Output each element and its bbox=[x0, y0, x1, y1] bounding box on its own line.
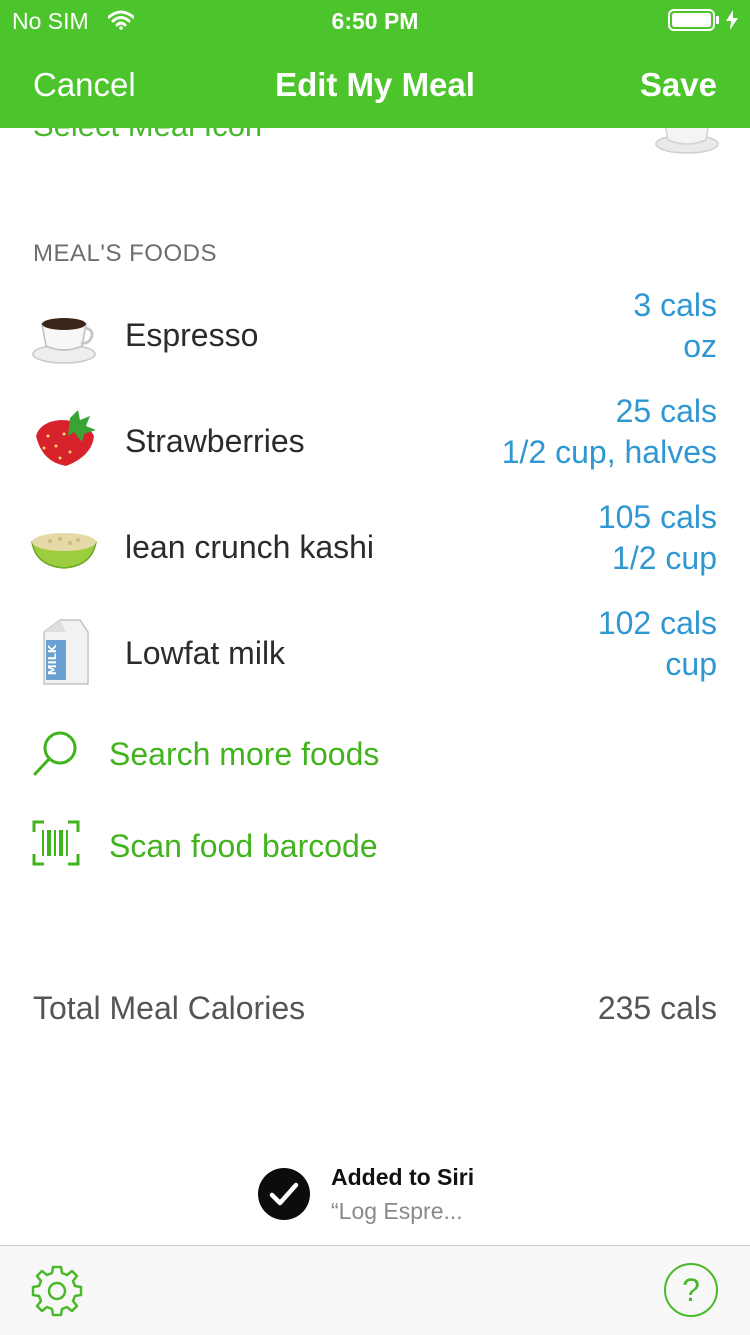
siri-toast: Added to Siri “Log Espre... bbox=[258, 1162, 558, 1232]
meals-foods-header: MEAL'S FOODS bbox=[33, 240, 217, 267]
total-calories-row: Total Meal Calories 235 cals bbox=[0, 985, 750, 1035]
nav-bar: Cancel Edit My Meal Save bbox=[0, 40, 750, 128]
barcode-scan-icon bbox=[32, 820, 80, 866]
cereal-bowl-icon bbox=[31, 533, 97, 569]
svg-text:MILK: MILK bbox=[46, 644, 59, 675]
help-button[interactable]: ? bbox=[664, 1263, 718, 1317]
food-calories-block[interactable]: 105 cals 1/2 cup bbox=[598, 497, 717, 579]
food-name: Strawberries bbox=[125, 423, 305, 459]
battery-icon bbox=[668, 9, 719, 31]
food-serving: 1/2 cup bbox=[612, 540, 717, 576]
food-calories-block[interactable]: 3 cals oz bbox=[633, 285, 717, 367]
food-name: Lowfat milk bbox=[125, 635, 286, 671]
strawberry-icon bbox=[36, 410, 96, 466]
milk-carton-icon: MILK bbox=[43, 619, 89, 685]
charging-bolt-icon bbox=[726, 10, 738, 30]
food-serving: cup bbox=[665, 646, 717, 682]
food-calories: 25 cals bbox=[615, 393, 717, 429]
food-name: Espresso bbox=[125, 317, 259, 353]
food-calories-block[interactable]: 102 cals cup bbox=[598, 603, 717, 685]
save-button[interactable]: Save bbox=[640, 66, 717, 104]
food-calories-block[interactable]: 25 cals 1/2 cup, halves bbox=[502, 391, 717, 473]
food-row[interactable]: MILK Lowfat milk 102 cals cup bbox=[0, 603, 750, 709]
food-row[interactable]: lean crunch kashi 105 cals 1/2 cup bbox=[0, 497, 750, 603]
page-title: Edit My Meal bbox=[275, 66, 475, 103]
food-serving: 1/2 cup, halves bbox=[501, 434, 717, 470]
app-header: No SIM 6:50 PM Cancel Edit My Meal Save bbox=[0, 0, 750, 128]
siri-toast-subtitle: “Log Espre... bbox=[331, 1198, 463, 1224]
total-calories-value: 235 cals bbox=[597, 990, 717, 1026]
search-foods-row[interactable]: Search more foods bbox=[0, 716, 750, 796]
food-row[interactable]: Espresso 3 cals oz bbox=[0, 285, 750, 391]
food-name: lean crunch kashi bbox=[125, 529, 375, 565]
food-calories: 3 cals bbox=[633, 287, 717, 323]
espresso-icon bbox=[32, 318, 96, 364]
search-icon bbox=[33, 731, 77, 776]
scan-barcode-row[interactable]: Scan food barcode bbox=[0, 808, 750, 888]
food-serving: oz bbox=[683, 328, 717, 364]
scan-food-barcode-link[interactable]: Scan food barcode bbox=[109, 828, 378, 865]
siri-toast-title: Added to Siri bbox=[331, 1164, 475, 1190]
gear-icon[interactable] bbox=[30, 1264, 84, 1318]
status-time: 6:50 PM bbox=[331, 8, 419, 34]
search-more-foods-link[interactable]: Search more foods bbox=[109, 736, 379, 773]
food-calories: 102 cals bbox=[597, 605, 717, 641]
checkmark-icon bbox=[258, 1168, 310, 1220]
status-bar: No SIM 6:50 PM bbox=[0, 0, 750, 40]
food-row[interactable]: Strawberries 25 cals 1/2 cup, halves bbox=[0, 391, 750, 497]
bottom-toolbar: ? bbox=[0, 1245, 750, 1335]
total-calories-label: Total Meal Calories bbox=[33, 990, 306, 1026]
food-calories: 105 cals bbox=[597, 499, 717, 535]
